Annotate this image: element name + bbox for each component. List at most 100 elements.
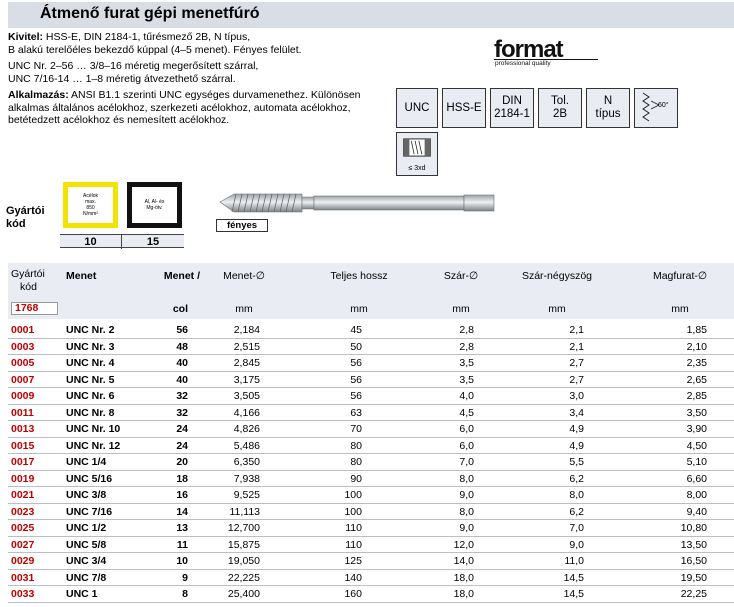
format-logo: format professional quality — [494, 36, 598, 67]
cell-code: 0031 — [11, 571, 35, 584]
table-row: 0013 UNC Nr. 10 24 4,826 70 6,0 4,9 3,90 — [8, 421, 734, 438]
cell-shank: 4,5 — [459, 406, 474, 419]
header-diameter: Menet-∅ — [223, 270, 265, 282]
logo-tagline: professional quality — [495, 60, 551, 67]
cell-tpi: 32 — [176, 390, 188, 402]
cell-diameter: 5,486 — [233, 439, 260, 452]
cell-menet: UNC Nr. 6 — [66, 390, 115, 402]
cell-square: 14,5 — [563, 571, 584, 584]
cell-shank: 18,0 — [453, 571, 474, 584]
through-hole-icon — [403, 138, 431, 157]
cell-shank: 8,0 — [459, 505, 474, 518]
table-row: 0015 UNC Nr. 12 24 5,486 80 6,0 4,9 4,50 — [8, 438, 734, 454]
cell-menet: UNC 5/8 — [66, 538, 107, 551]
cell-square: 14,5 — [563, 588, 584, 600]
cell-shank: 6,0 — [459, 423, 474, 435]
cell-core: 13,50 — [680, 538, 707, 551]
header-code-line1: Gyártói — [11, 268, 45, 280]
cell-menet: UNC Nr. 4 — [66, 357, 115, 369]
cell-shank: 18,0 — [453, 588, 474, 600]
cell-diameter: 12,700 — [227, 522, 260, 534]
cell-square: 2,7 — [569, 357, 584, 369]
cell-code: 0025 — [11, 522, 35, 534]
cell-code: 0033 — [11, 588, 35, 600]
cell-core: 22,25 — [680, 588, 707, 600]
cell-menet: UNC Nr. 5 — [66, 373, 115, 386]
cell-code: 0029 — [11, 555, 35, 567]
cell-core: 2,65 — [686, 373, 707, 386]
cell-square: 3,0 — [569, 390, 584, 402]
material-steel-box: Acélok max. 850 N/mm² — [63, 182, 118, 228]
logo-underline-icon — [494, 59, 598, 60]
cell-menet: UNC 3/4 — [66, 555, 107, 567]
cell-core: 3,90 — [686, 423, 707, 435]
cell-shank: 12,0 — [453, 538, 474, 551]
cell-length: 160 — [344, 588, 362, 600]
cell-tpi: 24 — [176, 439, 188, 452]
kivitel-text: HSS-E, DIN 2184-1, tűrésmező 2B, N típus… — [43, 31, 251, 43]
cell-length: 45 — [350, 324, 362, 336]
cell-menet: UNC Nr. 3 — [66, 340, 115, 353]
cell-tpi: 32 — [176, 406, 188, 419]
table-row: 0033 UNC 1 8 25,400 160 18,0 14,5 22,25 — [8, 586, 734, 603]
cell-core: 2,35 — [686, 357, 707, 369]
cell-core: 4,50 — [686, 439, 707, 452]
property-din-value: 2184-1 — [494, 108, 530, 120]
header-shank: Szár-∅ — [443, 270, 479, 282]
cell-core: 5,10 — [686, 456, 707, 468]
cell-length: 56 — [350, 373, 362, 386]
cell-length: 56 — [350, 390, 362, 402]
cell-square: 7,0 — [569, 522, 584, 534]
table-row: 0005 UNC Nr. 4 40 2,845 56 3,5 2,7 2,35 — [8, 355, 734, 372]
header-col-line2: col — [172, 303, 188, 315]
cell-square: 6,2 — [569, 472, 584, 485]
cell-core: 16,50 — [680, 555, 707, 567]
property-unc-label: UNC — [404, 101, 430, 114]
cell-code: 0013 — [11, 423, 35, 435]
cell-length: 56 — [350, 357, 362, 369]
cell-tpi: 14 — [176, 505, 188, 518]
cell-menet: UNC Nr. 10 — [66, 423, 121, 435]
table-row: 0009 UNC Nr. 6 32 3,505 56 4,0 3,0 2,85 — [8, 388, 734, 405]
cell-diameter: 2,184 — [233, 324, 260, 336]
cell-code: 0009 — [11, 390, 35, 402]
tap-tool-icon — [219, 193, 495, 213]
cell-code: 0003 — [11, 340, 35, 353]
cell-diameter: 25,400 — [227, 588, 260, 600]
cell-tpi: 40 — [176, 373, 188, 386]
kivitel-label: Kivitel: — [8, 31, 44, 43]
cell-diameter: 22,225 — [227, 571, 260, 584]
cell-menet: UNC 1 — [66, 588, 98, 600]
cell-diameter: 3,175 — [233, 373, 260, 386]
cell-tpi: 8 — [182, 588, 188, 600]
title-bar: Átmenő furat gépi menetfúró — [8, 2, 734, 28]
manufacturer-label-line1: Gyártói — [6, 205, 45, 217]
header-length: Teljes hossz — [330, 270, 388, 282]
cell-diameter: 6,350 — [233, 456, 260, 468]
property-tol-value: 2B — [552, 108, 568, 120]
description-line: alkalmas általános acélokhoz, szerkezeti… — [8, 101, 351, 114]
header-square: Szár-négyszög — [521, 270, 593, 282]
cell-shank: 9,0 — [459, 489, 474, 501]
header-col-line1: Menet / — [163, 270, 200, 282]
table-row: 0011 UNC Nr. 8 32 4,166 63 4,5 3,4 3,50 — [8, 405, 734, 421]
header-code-line2: kód — [20, 281, 37, 293]
cell-menet: UNC 1/2 — [66, 522, 107, 534]
header-core: Magfurat-∅ — [652, 270, 708, 282]
cell-code: 0011 — [11, 406, 34, 419]
description-line: B alakú terelőéles bekezdő kúppal (4–5 m… — [8, 43, 302, 56]
property-unc: UNC — [396, 88, 438, 128]
table-row: 0023 UNC 7/16 14 11,113 100 8,0 6,2 9,40 — [8, 504, 734, 520]
description-line: UNC Nr. 2–56 … 3/8–16 méretig megerősíte… — [8, 60, 259, 72]
cell-code: 0001 — [11, 324, 35, 336]
cell-diameter: 9,525 — [233, 489, 260, 501]
header-length-unit: mm — [350, 303, 368, 315]
cell-core: 8,00 — [686, 489, 707, 501]
page-title: Átmenő furat gépi menetfúró — [40, 5, 260, 22]
cell-length: 140 — [344, 571, 362, 584]
cell-core: 3,50 — [686, 406, 707, 419]
alkalmazas-text: ANSI B1.1 szerinti UNC egységes durvamen… — [68, 89, 361, 101]
property-tolerance: Tol. 2B — [538, 88, 582, 128]
description-line: betétedzett acélokhoz és nemesített acél… — [8, 114, 230, 126]
table-row: 0029 UNC 3/4 10 19,050 125 14,0 11,0 16,50 — [8, 553, 734, 570]
